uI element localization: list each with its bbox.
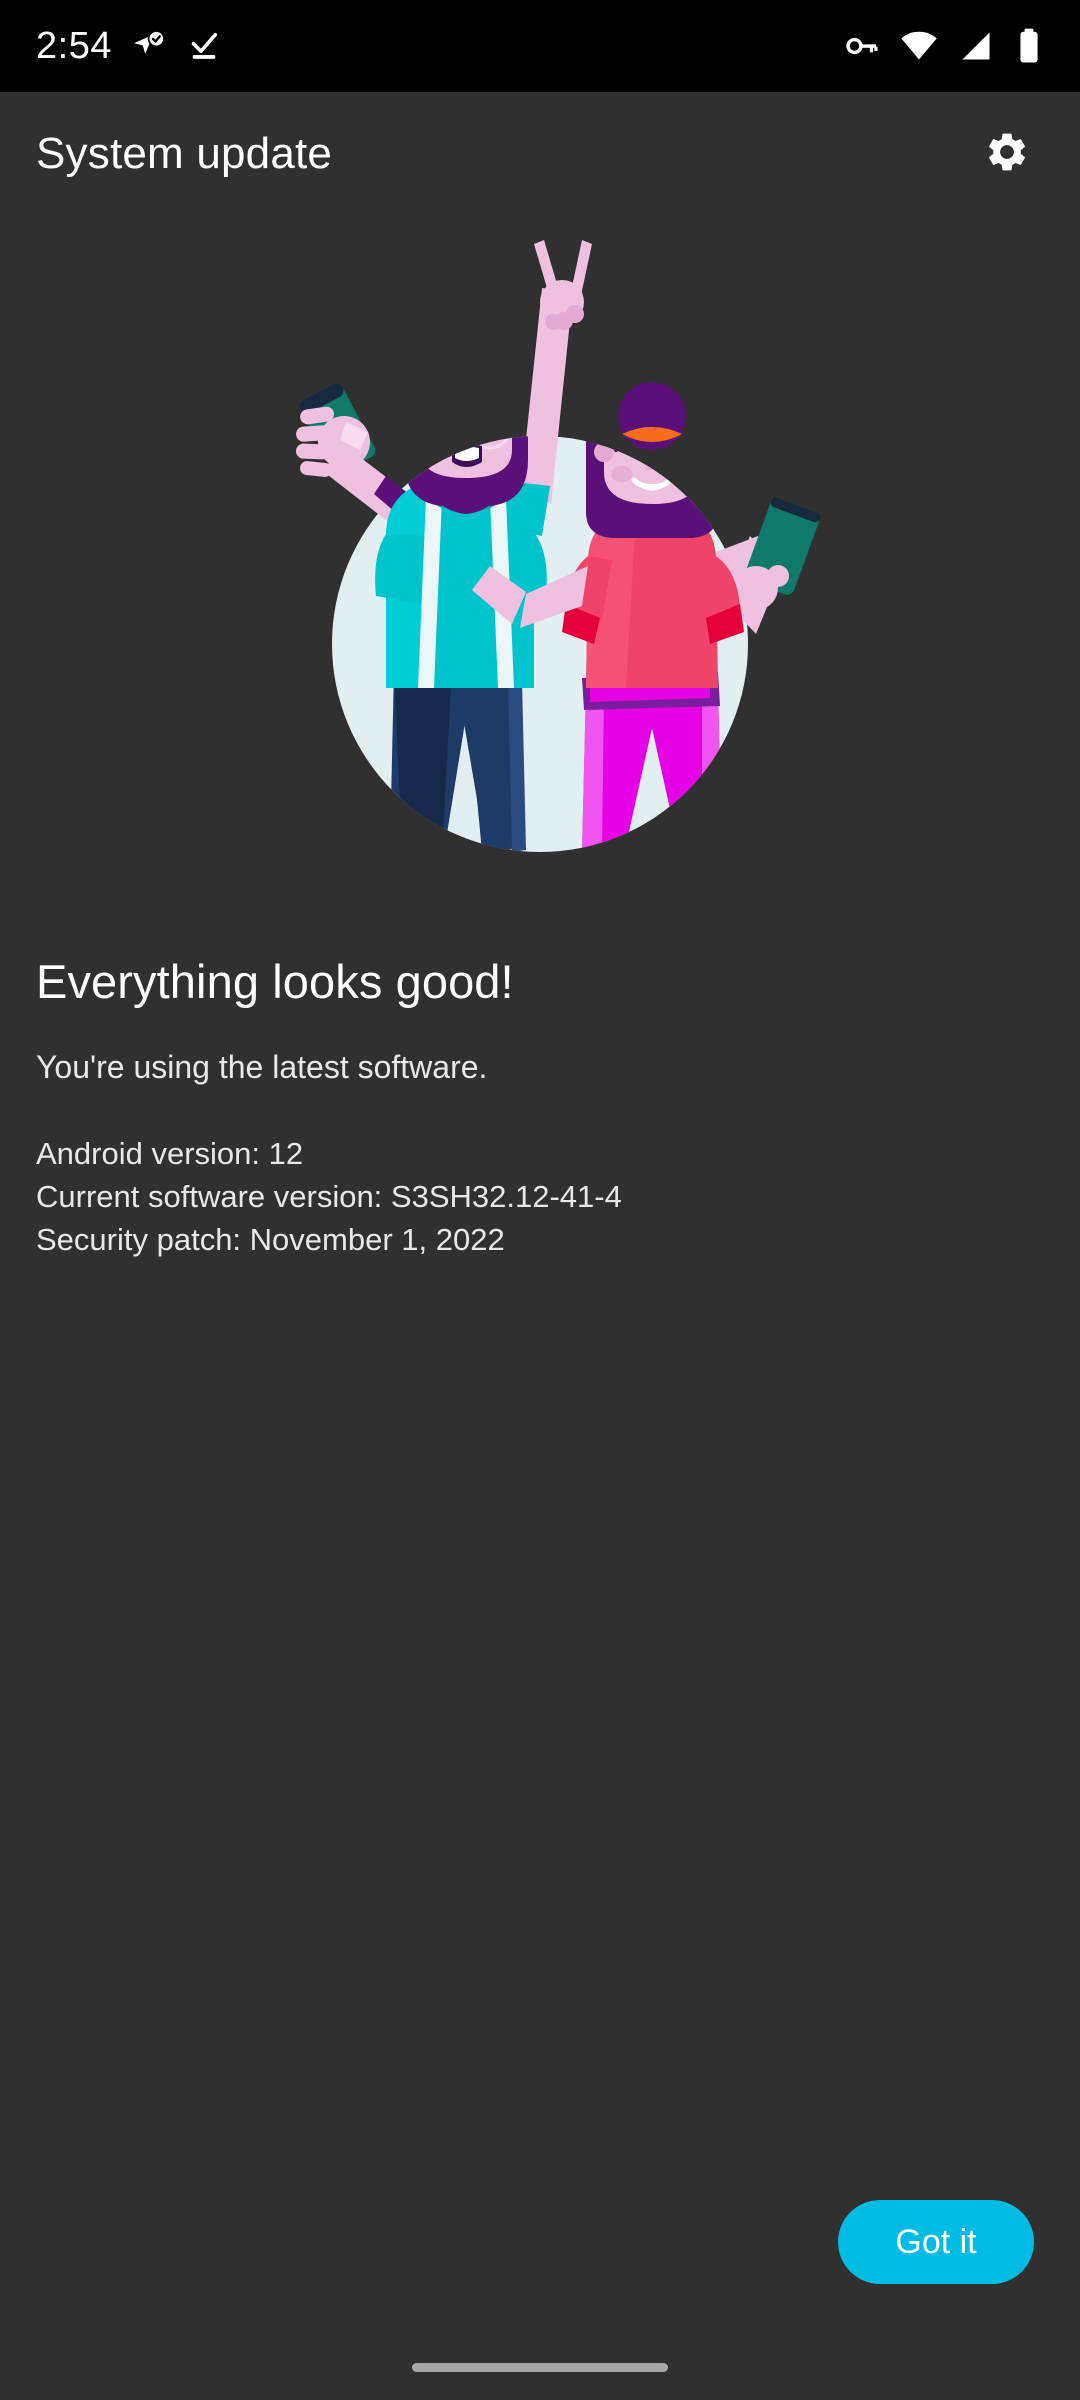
update-status-content: Everything looks good! You're using the … (0, 955, 1080, 1262)
wifi-icon (900, 27, 938, 65)
headline: Everything looks good! (36, 955, 514, 1008)
location-arrow-check-icon (130, 27, 168, 65)
gear-icon (984, 129, 1030, 180)
home-gesture-bar[interactable] (412, 2362, 668, 2372)
people-celebrating-illustration (0, 216, 1080, 916)
software-version-row: Current software version: S3SH32.12-41-4 (36, 1178, 622, 1214)
status-bar-clock: 2:54 (36, 25, 112, 67)
battery-icon (1014, 27, 1044, 65)
status-bar-left: 2:54 (36, 27, 222, 65)
vpn-key-icon (844, 28, 880, 64)
status-bar-right (844, 27, 1044, 65)
download-complete-icon (186, 28, 222, 64)
page-title: System update (36, 129, 333, 178)
navigation-bar (0, 2344, 1080, 2400)
android-version-row: Android version: 12 (36, 1135, 304, 1171)
status-bar: 2:54 (0, 0, 1080, 92)
security-patch-row: Security patch: November 1, 2022 (36, 1222, 505, 1258)
man-head (404, 436, 528, 514)
woman-bun (618, 382, 686, 450)
system-update-screen: 2:54 System update Everything looks good… (0, 0, 1080, 2400)
version-details: Android version: 12 Current software ver… (36, 1133, 1044, 1261)
app-bar: System update (0, 92, 1080, 216)
got-it-button[interactable]: Got it (838, 2200, 1034, 2284)
subtitle: You're using the latest software. (36, 1049, 488, 1086)
settings-button[interactable] (970, 117, 1044, 191)
cellular-signal-icon (958, 28, 994, 64)
